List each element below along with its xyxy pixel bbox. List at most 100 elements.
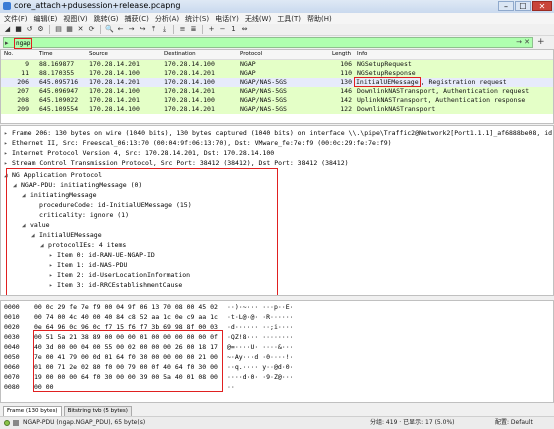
status-profile[interactable]: 配置: Default	[495, 419, 533, 427]
stop-icon[interactable]: ■	[14, 25, 23, 34]
annotation-highlight-box	[33, 330, 223, 392]
menu-item[interactable]: 文件(F)	[4, 14, 28, 24]
packet-bytes-pane[interactable]: 0000 00 0c 29 fe 7e f9 00 04 9f 06 13 70 …	[0, 300, 554, 403]
open-icon[interactable]: ▤	[54, 25, 63, 34]
menu-item[interactable]: 捕获(C)	[125, 14, 149, 24]
close-file-icon[interactable]: ✕	[76, 25, 85, 34]
tab-frame[interactable]: Frame (130 bytes)	[3, 406, 62, 416]
packet-cell-proto: NGAP/NAS-5GS	[240, 96, 287, 104]
packet-cell-time: 88.170355	[39, 69, 75, 77]
status-bar: NGAP-PDU (ngap.NGAP_PDU), 65 byte(s) 分组:…	[0, 416, 554, 429]
normal-size-icon[interactable]: 1	[229, 25, 238, 34]
bytes-offset: 0070	[4, 373, 20, 381]
bytes-offset: 0080	[4, 383, 20, 391]
detail-tree-row[interactable]: ▸ Frame 206: 130 bytes on wire (1040 bits…	[4, 128, 553, 138]
packet-row[interactable]: 209 645.109554 170.28.14.100 170.28.14.201 N…	[1, 105, 553, 114]
restart-icon[interactable]: ↺	[25, 25, 34, 34]
forward-icon[interactable]: →	[127, 25, 136, 34]
zoom-in-icon[interactable]: +	[207, 25, 216, 34]
shark-fin-icon[interactable]: ◢	[3, 25, 12, 34]
annotation-highlight-box	[6, 168, 278, 295]
packet-cell-len: 110	[340, 69, 352, 77]
packet-row[interactable]: 207 645.096947 170.28.14.100 170.28.14.201 N…	[1, 87, 553, 96]
packet-list-header: No. Time Source Destination Protocol Len…	[1, 50, 553, 60]
packet-cell-src: 170.28.14.100	[89, 105, 140, 113]
title-bar: core_attach+pdusession+release.pcapng – …	[0, 0, 554, 13]
packet-details-tree[interactable]: ▸ Frame 206: 130 bytes on wire (1040 bits…	[0, 125, 554, 296]
zoom-out-icon[interactable]: −	[218, 25, 227, 34]
last-icon[interactable]: ⤓	[160, 25, 169, 34]
find-icon[interactable]: 🔍	[105, 25, 114, 34]
bookmark-icon[interactable]: ▸	[5, 39, 9, 47]
column-header-time[interactable]: Time	[39, 50, 52, 59]
status-packet-counts: 分组: 419 · 已显示: 17 (5.0%)	[370, 419, 455, 426]
minimize-button[interactable]: –	[498, 1, 514, 11]
tab-bitstring-tvb[interactable]: Bitstring tvb (5 bytes)	[63, 406, 132, 416]
colorize-icon[interactable]: ≣	[189, 25, 198, 34]
packet-list[interactable]: No. Time Source Destination Protocol Len…	[0, 49, 554, 124]
menu-item[interactable]: 电话(Y)	[215, 14, 239, 24]
bytes-ascii: ····d·0· ·9·Z@···	[227, 373, 294, 381]
packet-cell-proto: NGAP	[240, 60, 256, 68]
goto-icon[interactable]: ↪	[138, 25, 147, 34]
column-header-no[interactable]: No.	[4, 50, 13, 59]
reload-icon[interactable]: ⟳	[87, 25, 96, 34]
column-header-protocol[interactable]: Protocol	[240, 50, 262, 59]
menu-item[interactable]: 统计(S)	[185, 14, 209, 24]
bytes-ascii: ·t·L@·@· ·R······	[227, 313, 294, 321]
packet-cell-time: 645.096947	[39, 87, 79, 95]
capture-status-icon[interactable]	[4, 420, 10, 426]
menu-item[interactable]: 分析(A)	[155, 14, 179, 24]
add-filter-button[interactable]: +	[537, 37, 545, 47]
autoscroll-icon[interactable]: ≡	[178, 25, 187, 34]
packet-row[interactable]: 11 88.170355 170.28.14.100 170.28.14.201 NGA…	[1, 69, 553, 78]
bytes-offset: 0000	[4, 303, 20, 311]
column-header-destination[interactable]: Destination	[164, 50, 196, 59]
edit-comment-icon[interactable]	[13, 420, 19, 426]
info-rest: , Registration request	[420, 78, 507, 86]
menu-item[interactable]: 编辑(E)	[34, 14, 58, 24]
packet-cell-src: 170.28.14.201	[89, 78, 140, 86]
first-icon[interactable]: ⤒	[149, 25, 158, 34]
back-icon[interactable]: ←	[116, 25, 125, 34]
menu-item[interactable]: 无线(W)	[245, 14, 271, 24]
bytes-ascii: @=····U· ····&···	[227, 343, 294, 351]
options-icon[interactable]: ⚙	[36, 25, 45, 34]
maximize-button[interactable]: ☐	[515, 1, 531, 11]
menu-item[interactable]: 视图(V)	[63, 14, 87, 24]
bytes-offset: 0060	[4, 363, 20, 371]
packet-cell-time: 88.169877	[39, 60, 75, 68]
menu-item[interactable]: 帮助(H)	[307, 14, 332, 24]
menu-item[interactable]: 跳转(G)	[94, 14, 119, 24]
packet-row[interactable]: 208 645.109022 170.28.14.201 170.28.14.100 N…	[1, 96, 553, 105]
filter-text[interactable]: ngap	[14, 38, 33, 49]
close-button[interactable]: ✕	[532, 1, 552, 11]
packet-cell-src: 170.28.14.201	[89, 60, 140, 68]
save-icon[interactable]: ▦	[65, 25, 74, 34]
column-header-length[interactable]: Length	[332, 50, 351, 59]
packet-cell-proto: NGAP/NAS-5GS	[240, 105, 287, 113]
column-header-source[interactable]: Source	[89, 50, 108, 59]
detail-tree-row[interactable]: ▸ Ethernet II, Src: Freescal_06:13:70 (00…	[4, 138, 392, 148]
detail-tree-row[interactable]: ▸ Internet Protocol Version 4, Src: 170.2…	[4, 148, 274, 158]
packet-cell-dst: 170.28.14.201	[164, 69, 215, 77]
status-field-info: NGAP-PDU (ngap.NGAP_PDU), 65 byte(s)	[23, 419, 146, 426]
menu-item[interactable]: 工具(T)	[277, 14, 301, 24]
column-header-info[interactable]: Info	[357, 50, 367, 59]
bytes-ascii: ·d······ ··;i····	[227, 323, 294, 331]
display-filter-input[interactable]: ▸ ngap → ✕	[3, 37, 533, 49]
packet-row[interactable]: 206 645.095716 170.28.14.201 170.28.14.100 N…	[1, 77, 553, 87]
resize-columns-icon[interactable]: ⇔	[240, 25, 249, 34]
packet-cell-no: 209	[17, 105, 29, 113]
packet-cell-dst: 170.28.14.100	[164, 96, 215, 104]
bytes-row[interactable]: 0000 00 0c 29 fe 7e f9 00 04 9f 06 13 70 …	[1, 302, 553, 312]
clear-filter-icon[interactable]: ✕	[524, 38, 530, 47]
packet-cell-info: NGSetupRequest	[357, 60, 412, 68]
detail-tree-row[interactable]: ▸ Stream Control Transmission Protocol, S…	[4, 158, 349, 168]
toolbar-separator	[202, 25, 203, 34]
bytes-row[interactable]: 0010 00 74 00 4c 40 00 40 84 c8 52 aa 1c …	[1, 312, 553, 322]
packet-row[interactable]: 9 88.169877 170.28.14.201 170.28.14.100 NGAP…	[1, 60, 553, 69]
bytes-offset: 0040	[4, 343, 20, 351]
apply-filter-icon[interactable]: →	[516, 38, 522, 47]
packet-cell-dst: 170.28.14.201	[164, 87, 215, 95]
